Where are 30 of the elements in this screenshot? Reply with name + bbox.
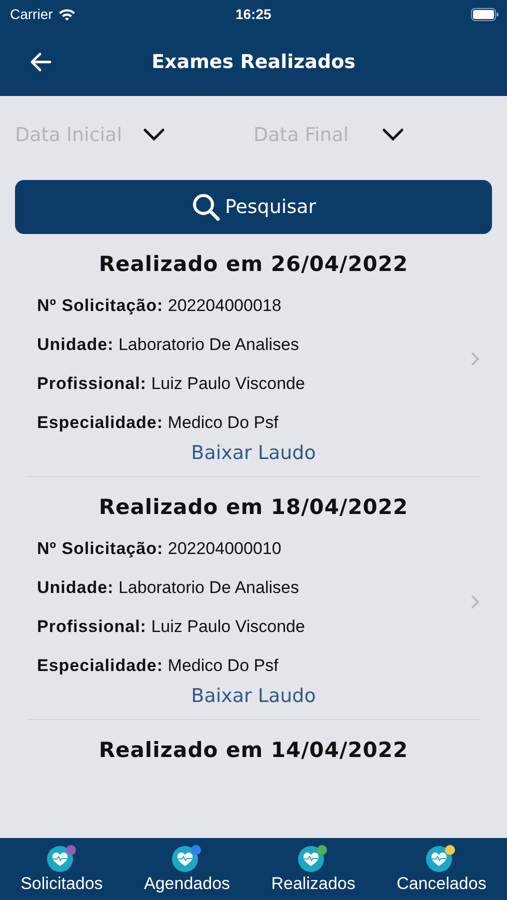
tab-item[interactable]: Solicitados	[20, 844, 103, 894]
search-icon	[190, 192, 221, 222]
record-field: Profissional: Luiz Paulo Visconde	[37, 364, 470, 403]
tab-item[interactable]: Cancelados	[396, 844, 486, 894]
heart-icon	[172, 844, 202, 872]
record-field: Profissional: Luiz Paulo Visconde	[37, 607, 470, 646]
battery-icon	[471, 8, 499, 20]
wifi-icon	[58, 8, 76, 20]
record-title: Realizado em 18/04/2022	[98, 495, 410, 519]
record-field: Unidade: Laboratorio De Analises	[37, 568, 470, 607]
heart-icon	[298, 844, 328, 872]
heart-icon	[426, 844, 456, 872]
record-title: Realizado em 26/04/2022	[98, 252, 410, 276]
record-field: Unidade: Laboratorio De Analises	[37, 325, 470, 364]
search-button[interactable]: Pesquisar	[15, 180, 492, 234]
tab-item[interactable]: Realizados	[271, 844, 356, 894]
clock-text: 16:25	[234, 6, 272, 22]
heart-icon	[46, 844, 77, 872]
chevron-down-icon[interactable]	[143, 128, 165, 142]
download-report-link[interactable]: Baixar Laudo	[191, 442, 316, 464]
record-field: Especialidade: Medico Do Psf	[37, 403, 470, 442]
download-report-link[interactable]: Baixar Laudo	[191, 685, 316, 707]
chevron-down-icon[interactable]	[382, 128, 404, 142]
record-field: Especialidade: Medico Do Psf	[37, 646, 470, 685]
record-field: Nº Solicitação: 202204000018	[37, 286, 470, 325]
screen-title: Exames Realizados	[152, 51, 356, 73]
tab-item[interactable]: Agendados	[144, 844, 230, 894]
record-title: Realizado em 14/04/2022	[98, 738, 410, 762]
record-field: Nº Solicitação: 202204000010	[37, 529, 470, 568]
carrier-text: Carrier	[10, 6, 53, 22]
